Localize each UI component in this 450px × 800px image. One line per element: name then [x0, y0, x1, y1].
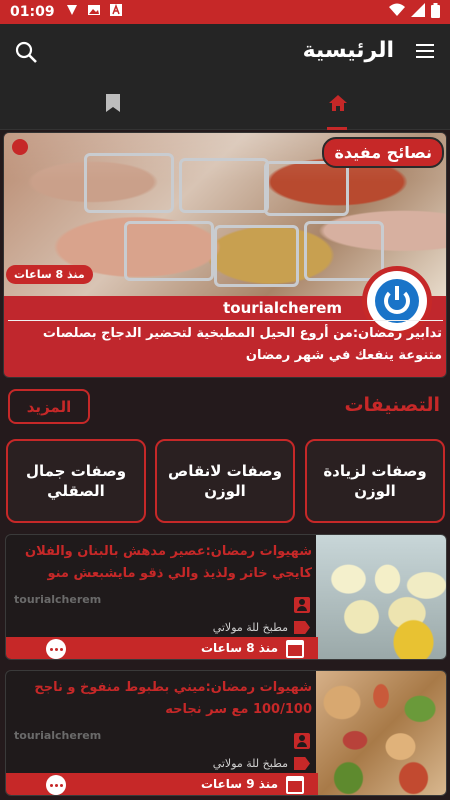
a-icon	[109, 3, 123, 21]
more-options-icon[interactable]	[46, 775, 66, 795]
post-time: منذ 8 ساعات	[200, 641, 278, 655]
time-badge: منذ 8 ساعات	[6, 265, 93, 284]
post-category[interactable]: مطبخ للة مولاتي	[213, 757, 288, 770]
notification-icon	[65, 3, 79, 21]
calendar-icon	[286, 640, 304, 658]
wifi-icon	[389, 3, 405, 21]
home-icon	[328, 94, 348, 116]
category-card-beauty[interactable]: وصفات جمال الصقلي	[6, 439, 146, 523]
featured-description: تدابير رمضان:من أروع الحيل المطبخية لتحض…	[42, 326, 442, 363]
post-title: شهيوات رمضان:ميني بطبوط منفوخ و ناجح 100…	[34, 680, 312, 717]
post-card[interactable]: شهيوات رمضان:عصير مدهش بالبنان والفلان ك…	[5, 534, 447, 660]
post-card[interactable]: شهيوات رمضان:ميني بطبوط منفوخ و ناجح 100…	[5, 670, 447, 796]
user-icon	[294, 597, 310, 613]
more-button[interactable]: المزيد	[8, 389, 90, 424]
menu-icon[interactable]	[416, 44, 434, 62]
battery-icon	[431, 2, 440, 22]
post-footer: منذ 9 ساعات	[6, 773, 318, 795]
status-dot	[12, 139, 28, 155]
post-thumbnail	[316, 535, 446, 659]
post-thumbnail	[316, 671, 446, 795]
tab-bar	[0, 80, 450, 130]
post-watermark: tourialcherem	[14, 729, 102, 742]
status-bar: 01:09	[0, 0, 450, 24]
status-time: 01:09	[10, 4, 55, 20]
category-card-weight-loss[interactable]: وصفات لانقاص الوزن	[155, 439, 295, 523]
calendar-icon	[286, 776, 304, 794]
post-category[interactable]: مطبخ للة مولاتي	[213, 621, 288, 634]
tab-bookmarks[interactable]	[0, 80, 225, 130]
user-icon	[294, 733, 310, 749]
author-name: tourialcherem	[223, 299, 342, 317]
bookmark-icon	[105, 93, 121, 117]
more-options-icon[interactable]	[46, 639, 66, 659]
tag-icon	[294, 621, 310, 634]
page-title: الرئيسية	[302, 38, 394, 63]
search-icon[interactable]	[14, 40, 38, 68]
post-time: منذ 9 ساعات	[200, 777, 278, 791]
featured-post[interactable]: نصائح مفيدة منذ 8 ساعات tourialcherem تد…	[3, 132, 447, 378]
tag-icon	[294, 757, 310, 770]
divider	[8, 320, 443, 321]
post-footer: منذ 8 ساعات	[6, 637, 318, 659]
category-card-weight-gain[interactable]: وصفات لزيادة الوزن	[305, 439, 445, 523]
tab-home[interactable]	[225, 80, 450, 130]
categories-title: التصنيفات	[344, 394, 440, 416]
post-title: شهيوات رمضان:عصير مدهش بالبنان والفلان ك…	[25, 544, 312, 581]
image-icon	[87, 3, 101, 21]
app-bar: الرئيسية	[0, 24, 450, 80]
signal-icon	[411, 3, 425, 21]
category-badge[interactable]: نصائح مفيدة	[322, 137, 444, 168]
post-watermark: tourialcherem	[14, 593, 102, 606]
